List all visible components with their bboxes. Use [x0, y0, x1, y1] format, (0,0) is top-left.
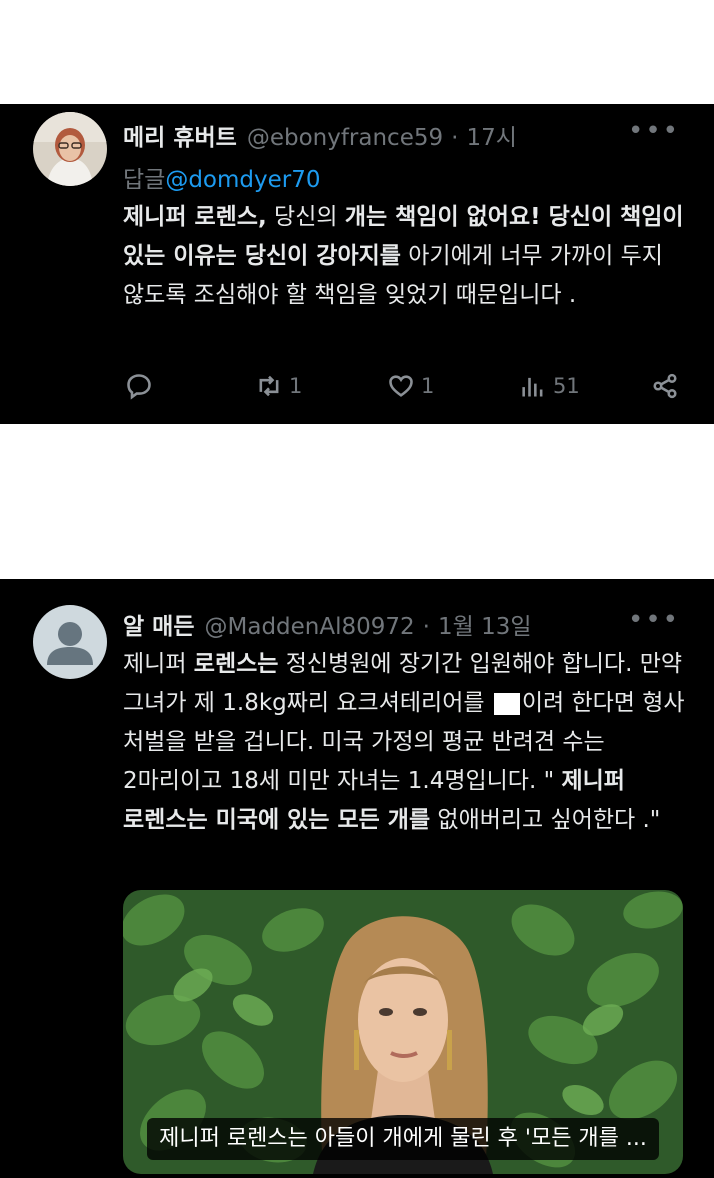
reply-mention-link[interactable]: @domdyer70 — [165, 167, 320, 193]
media-caption: 제니퍼 로렌스는 아들이 개에게 물린 후 '모든 개를 ... — [147, 1118, 659, 1160]
like-count: 1 — [421, 374, 435, 398]
reply-icon — [127, 374, 151, 400]
views-icon — [522, 377, 543, 397]
like-button[interactable]: 1 — [387, 372, 434, 400]
censor-block — [493, 692, 520, 715]
views-count: 51 — [553, 374, 580, 398]
tweet-header: 메리 휴버트 @ebonyfrance59 · 17시 — [123, 118, 684, 152]
media-image[interactable]: 제니퍼 로렌스는 아들이 개에게 물린 후 '모든 개를 ... — [123, 890, 683, 1174]
display-name[interactable]: 알 매든 — [123, 607, 195, 641]
text-segment: 제니퍼 로렌스, — [123, 204, 267, 230]
tweet-card[interactable]: 메리 휴버트 @ebonyfrance59 · 17시 ••• 답글@domdy… — [0, 104, 714, 424]
reply-button[interactable] — [125, 372, 159, 400]
retweet-icon — [259, 375, 279, 397]
tweet-card[interactable]: 알 매든 @MaddenAl80972 · 1월 13일 ••• 제니퍼 로렌스… — [0, 579, 714, 1178]
retweet-button[interactable]: 1 — [255, 372, 302, 400]
share-button[interactable] — [651, 372, 679, 400]
tweet-text: 제니퍼 로렌스는 정신병원에 장기간 입원해야 합니다. 만약 그녀가 제 1.… — [123, 645, 688, 840]
reply-context: 답글@domdyer70 — [123, 160, 321, 194]
avatar[interactable] — [33, 112, 107, 186]
like-icon — [389, 375, 413, 397]
retweet-count: 1 — [289, 374, 303, 398]
share-icon — [653, 373, 677, 399]
avatar[interactable] — [33, 605, 107, 679]
reply-prefix: 답글 — [123, 167, 166, 193]
text-segment: 없애버리고 싶어한다 ." — [430, 807, 661, 833]
more-icon[interactable]: ••• — [628, 118, 680, 144]
separator: · — [451, 125, 459, 151]
views-button[interactable]: 51 — [519, 372, 580, 400]
text-segment: 로렌스는 — [193, 651, 279, 677]
user-handle[interactable]: @ebonyfrance59 — [247, 125, 443, 151]
tweet-text: 제니퍼 로렌스, 당신의 개는 책임이 없어요! 당신이 책임이 있는 이유는 … — [123, 198, 688, 315]
tweet-header: 알 매든 @MaddenAl80972 · 1월 13일 — [123, 607, 684, 641]
more-icon[interactable]: ••• — [628, 607, 680, 633]
display-name[interactable]: 메리 휴버트 — [123, 118, 237, 152]
action-bar: 1 1 51 — [125, 372, 685, 404]
text-segment: 당신의 — [266, 204, 345, 230]
separator: · — [422, 614, 430, 640]
timestamp[interactable]: 17시 — [466, 118, 516, 152]
text-segment: 제니퍼 — [123, 651, 194, 677]
timestamp[interactable]: 1월 13일 — [438, 607, 532, 641]
user-handle[interactable]: @MaddenAl80972 — [205, 614, 415, 640]
